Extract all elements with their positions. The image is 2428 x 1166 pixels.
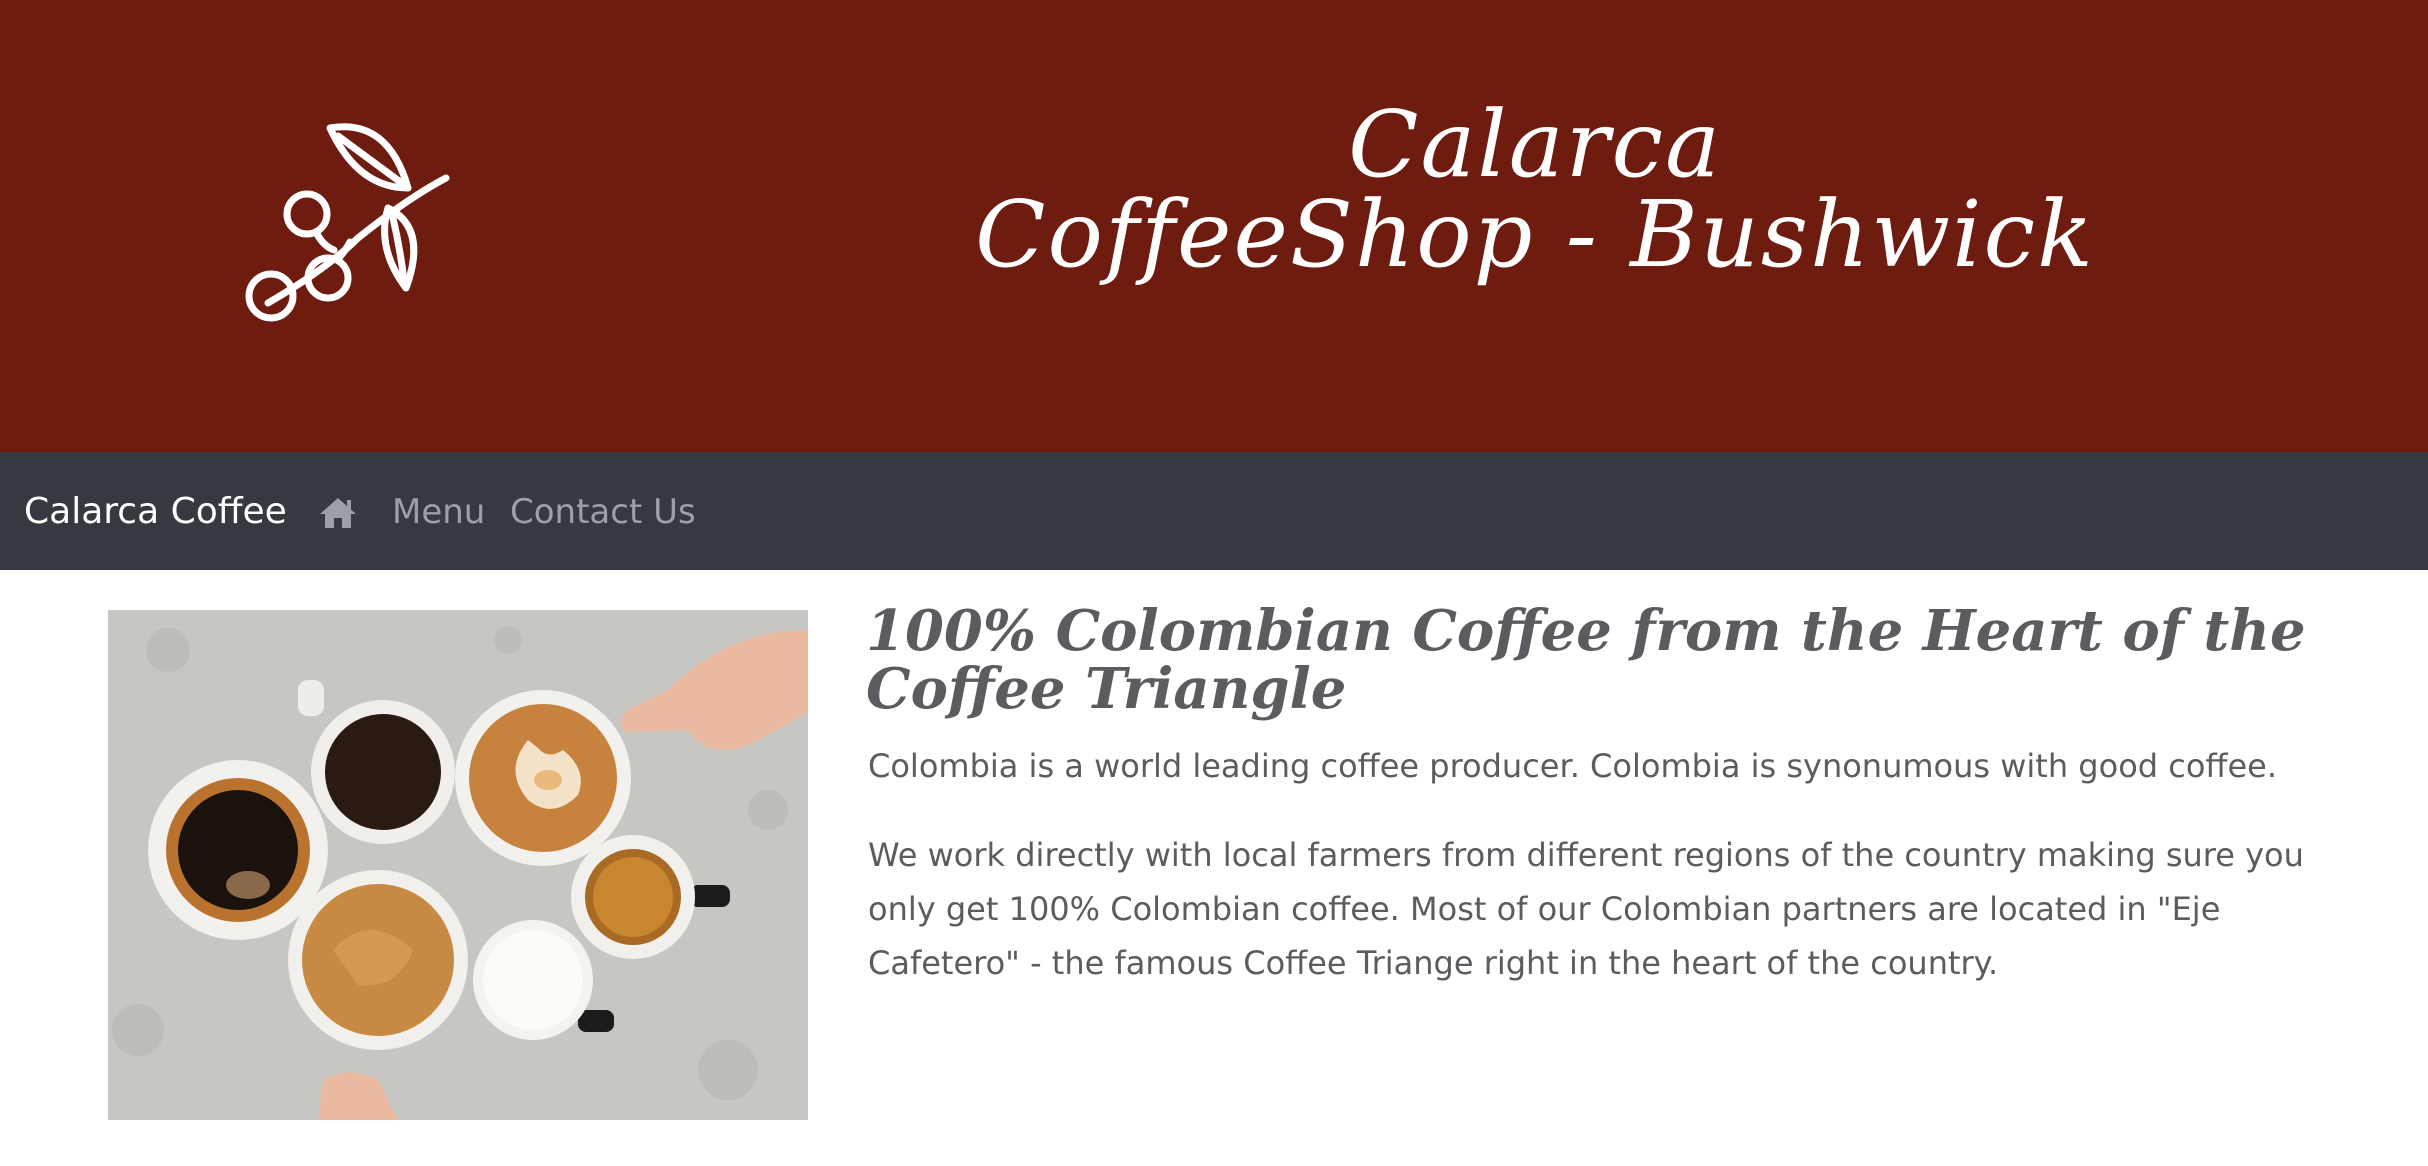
nav-link-menu[interactable]: Menu xyxy=(392,490,485,534)
main-navbar: Calarca Coffee Menu Contact Us xyxy=(0,452,2428,570)
coffee-cups-photo xyxy=(108,610,808,1120)
shop-title: Calarca CoffeeShop - Bushwick xyxy=(940,91,2130,288)
header-banner: Calarca CoffeeShop - Bushwick xyxy=(0,0,2428,452)
shop-title-line2: CoffeeShop - Bushwick xyxy=(975,181,2095,288)
section-headline: 100% Colombian Coffee from the Heart of … xyxy=(866,598,2306,722)
intro-paragraph: Colombia is a world leading coffee produ… xyxy=(868,747,2278,785)
partners-paragraph: We work directly with local farmers from… xyxy=(868,836,2304,982)
nav-link-contact-us[interactable]: Contact Us xyxy=(510,490,696,534)
home-icon[interactable] xyxy=(318,494,358,530)
navbar-brand[interactable]: Calarca Coffee xyxy=(24,490,287,534)
coffee-branch-icon xyxy=(245,123,450,322)
shop-title-line1: Calarca xyxy=(1348,91,1722,198)
coffee-cups-illustration xyxy=(108,610,808,1120)
